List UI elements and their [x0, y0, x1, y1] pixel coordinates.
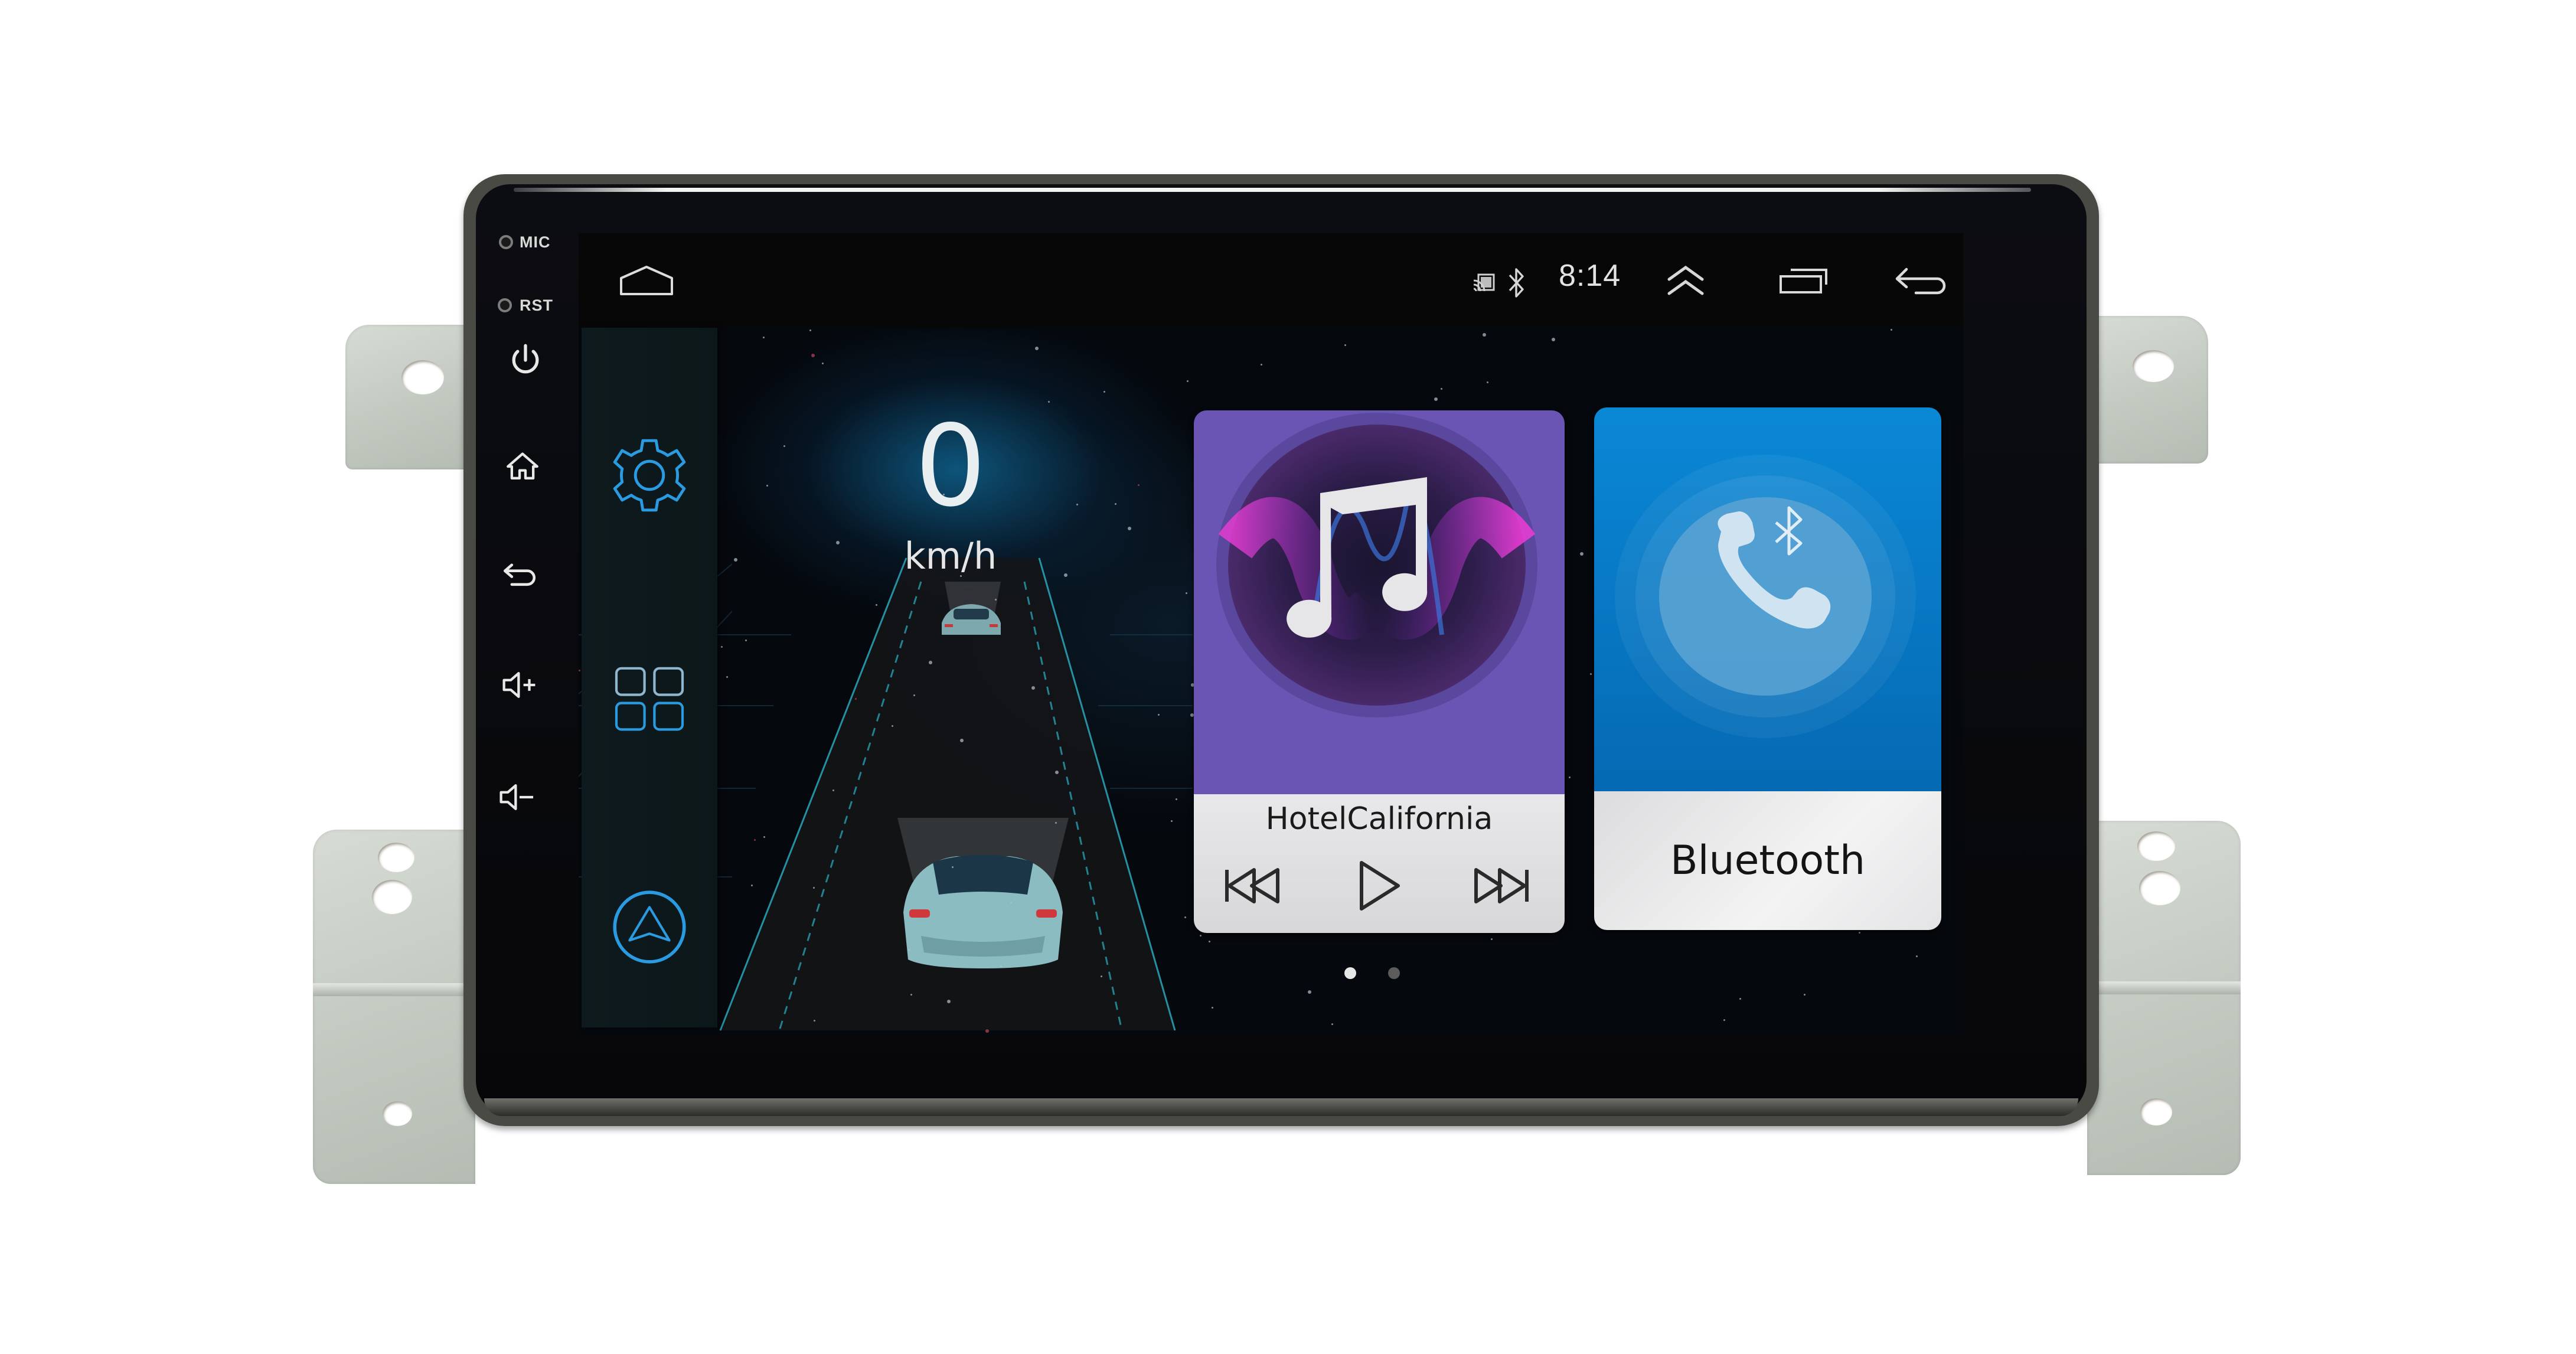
recent-apps-icon: [1780, 269, 1827, 293]
status-bar: 8:14: [579, 233, 1963, 328]
star: [985, 1029, 989, 1033]
music-controls-area: HotelCalifornia: [1194, 794, 1565, 933]
speed-widget[interactable]: 0 km/h: [720, 328, 1181, 1027]
phone-bluetooth-icon: [1615, 455, 1916, 738]
navigation-icon: [613, 890, 686, 964]
status-home-button[interactable]: [614, 254, 679, 307]
play-button[interactable]: [1344, 853, 1415, 918]
status-back-button[interactable]: [1888, 257, 1953, 304]
bluetooth-label-area: Bluetooth: [1594, 791, 1941, 930]
bluetooth-icon: [1509, 268, 1524, 298]
dock-settings-button[interactable]: [599, 425, 700, 526]
mic-indicator: [499, 235, 513, 249]
bluetooth-artwork-area: [1594, 407, 1941, 791]
star: [1212, 1007, 1213, 1009]
star: [1491, 938, 1493, 940]
previous-track-button[interactable]: [1217, 853, 1288, 918]
dock-apps-button[interactable]: [599, 650, 700, 750]
right-upper-mount-bracket: [2090, 316, 2208, 464]
next-icon: [1474, 868, 1529, 903]
bluetooth-label: Bluetooth: [1670, 837, 1866, 884]
back-icon: [503, 563, 536, 586]
android-screen: 8:14 0 km/h HotelCalifornia Bluetooth: [579, 233, 1963, 1035]
track-title: HotelCalifornia: [1265, 801, 1493, 837]
star: [1723, 1019, 1725, 1021]
previous-icon: [1225, 868, 1279, 903]
speed-unit: km/h: [904, 534, 997, 578]
star: [1209, 941, 1210, 942]
recent-apps-button[interactable]: [1774, 257, 1833, 304]
star: [1331, 1023, 1333, 1025]
star: [1200, 935, 1202, 937]
home-outline-icon: [620, 266, 673, 295]
cast-icon: [1473, 273, 1495, 292]
bezel-highlight: [514, 188, 2031, 192]
star: [1590, 673, 1592, 675]
bluetooth-card[interactable]: Bluetooth: [1594, 407, 1941, 930]
gear-icon: [613, 439, 686, 512]
star: [1261, 364, 1262, 366]
notification-expand-button[interactable]: [1659, 254, 1712, 307]
star: [1487, 381, 1488, 383]
status-clock: 8:14: [1559, 259, 1621, 293]
rst-label: RST: [520, 296, 553, 314]
right-lower-mount-bracket: [2087, 821, 2241, 1175]
hw-home-button[interactable]: [496, 440, 549, 493]
mic-label: MIC: [520, 233, 551, 251]
hw-volume-down-button[interactable]: [490, 771, 543, 824]
music-card[interactable]: HotelCalifornia: [1194, 410, 1565, 933]
star: [579, 670, 580, 671]
bluetooth-status: [1504, 264, 1528, 302]
speed-value: 0: [915, 401, 987, 531]
hw-volume-up-button[interactable]: [493, 658, 546, 712]
app-dock: [582, 328, 717, 1027]
page-indicator-2[interactable]: [1388, 967, 1400, 979]
page-indicator-1[interactable]: [1344, 967, 1356, 979]
star: [1434, 397, 1438, 401]
hw-power-button[interactable]: [499, 334, 552, 387]
dock-navigation-button[interactable]: [599, 877, 700, 977]
music-note-icon: [1216, 413, 1537, 717]
star: [1569, 776, 1571, 778]
music-artwork-area: [1194, 410, 1565, 794]
star: [1804, 994, 1806, 996]
star: [1441, 388, 1442, 390]
left-upper-mount-bracket: [345, 325, 472, 469]
play-icon: [1360, 861, 1400, 911]
star: [1483, 333, 1486, 337]
left-lower-mount-bracket: [313, 830, 475, 1184]
volume-down-icon: [499, 784, 534, 810]
star: [1184, 916, 1186, 918]
volume-up-icon: [502, 672, 536, 698]
next-track-button[interactable]: [1465, 853, 1536, 918]
apps-grid-icon: [615, 667, 684, 731]
hw-back-button[interactable]: [493, 546, 546, 599]
star: [1308, 990, 1311, 994]
bezel-bottom-lip: [484, 1098, 2078, 1116]
back-icon: [1895, 267, 1946, 295]
cast-status: [1470, 269, 1498, 297]
star: [1344, 344, 1346, 346]
star: [1552, 338, 1555, 341]
reset-button[interactable]: [498, 298, 512, 312]
power-icon: [512, 344, 539, 374]
double-chevron-up-icon: [1667, 265, 1704, 295]
home-icon: [507, 452, 538, 479]
star: [1580, 552, 1584, 556]
star: [1187, 380, 1189, 382]
star: [1891, 329, 1892, 331]
star: [1739, 998, 1741, 1000]
star: [1916, 955, 1918, 957]
star: [1186, 592, 1187, 594]
star: [1859, 932, 1860, 934]
